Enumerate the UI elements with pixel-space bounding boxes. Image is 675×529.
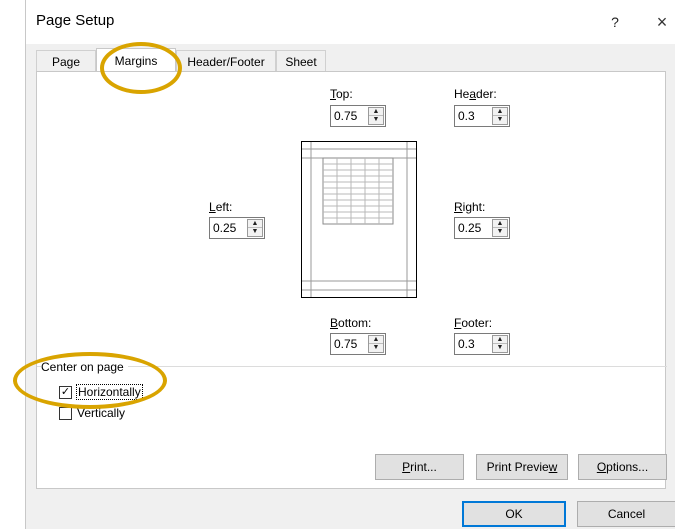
footer-label: Footer:: [454, 316, 493, 330]
print-preview-button[interactable]: Print Preview: [476, 454, 568, 480]
right-margin-spinner[interactable]: 0.25 ▲ ▼: [454, 217, 510, 239]
spin-down-icon[interactable]: ▼: [493, 116, 507, 124]
horizontally-label[interactable]: Horizontally: [76, 384, 143, 400]
horizontally-checkbox[interactable]: ✓: [59, 386, 72, 399]
spin-up-icon[interactable]: ▲: [493, 220, 507, 228]
spin-up-icon[interactable]: ▲: [369, 108, 383, 116]
footer-margin-spinner[interactable]: 0.3 ▲ ▼: [454, 333, 510, 355]
print-button[interactable]: Print...: [375, 454, 464, 480]
top-label: Top:: [330, 87, 353, 101]
header-margin-spinner[interactable]: 0.3 ▲ ▼: [454, 105, 510, 127]
right-label: Right:: [454, 200, 486, 214]
cancel-button[interactable]: Cancel: [577, 501, 675, 527]
bottom-margin-spinner[interactable]: 0.75 ▲ ▼: [330, 333, 386, 355]
spin-up-icon[interactable]: ▲: [369, 336, 383, 344]
close-button[interactable]: ×: [648, 8, 675, 36]
section-divider: [37, 366, 667, 367]
spin-up-icon[interactable]: ▲: [493, 108, 507, 116]
spin-down-icon[interactable]: ▼: [369, 116, 383, 124]
header-label: Header:: [454, 87, 497, 101]
title-bar: Page Setup ? ×: [26, 0, 675, 44]
tab-margins[interactable]: Margins: [96, 48, 176, 72]
left-label: Left:: [209, 200, 233, 214]
right-margin-value[interactable]: 0.25: [458, 221, 481, 235]
spin-down-icon[interactable]: ▼: [493, 228, 507, 236]
options-button[interactable]: Options...: [578, 454, 667, 480]
spin-up-icon[interactable]: ▲: [493, 336, 507, 344]
dialog-title: Page Setup: [36, 12, 115, 29]
bottom-margin-value[interactable]: 0.75: [334, 337, 357, 351]
margins-panel: Top: 0.75 ▲ ▼ Header: 0.3 ▲ ▼ Left: 0.25…: [36, 71, 667, 489]
top-margin-value[interactable]: 0.75: [334, 109, 357, 123]
bottom-label: Bottom:: [330, 316, 372, 330]
tab-page[interactable]: Page: [36, 50, 96, 72]
tab-strip: Page Margins Header/Footer Sheet: [36, 48, 666, 72]
vertically-label[interactable]: Vertically: [77, 406, 125, 420]
header-margin-value[interactable]: 0.3: [458, 109, 475, 123]
page-setup-dialog: Page Setup ? × Page Margins Header/Foote…: [25, 0, 675, 529]
left-margin-value[interactable]: 0.25: [213, 221, 236, 235]
top-margin-spinner[interactable]: 0.75 ▲ ▼: [330, 105, 386, 127]
help-button[interactable]: ?: [602, 10, 628, 34]
spin-down-icon[interactable]: ▼: [493, 344, 507, 352]
left-margin-spinner[interactable]: 0.25 ▲ ▼: [209, 217, 265, 239]
tab-header-footer[interactable]: Header/Footer: [176, 50, 276, 72]
spin-down-icon[interactable]: ▼: [369, 344, 383, 352]
tab-sheet[interactable]: Sheet: [276, 50, 326, 72]
center-on-page-heading: Center on page: [41, 360, 128, 374]
ok-button[interactable]: OK: [462, 501, 566, 527]
page-preview: [301, 141, 417, 298]
vertically-checkbox[interactable]: [59, 407, 72, 420]
spin-up-icon[interactable]: ▲: [248, 220, 262, 228]
spin-down-icon[interactable]: ▼: [248, 228, 262, 236]
page-preview-graphic: [302, 142, 416, 297]
footer-margin-value[interactable]: 0.3: [458, 337, 475, 351]
